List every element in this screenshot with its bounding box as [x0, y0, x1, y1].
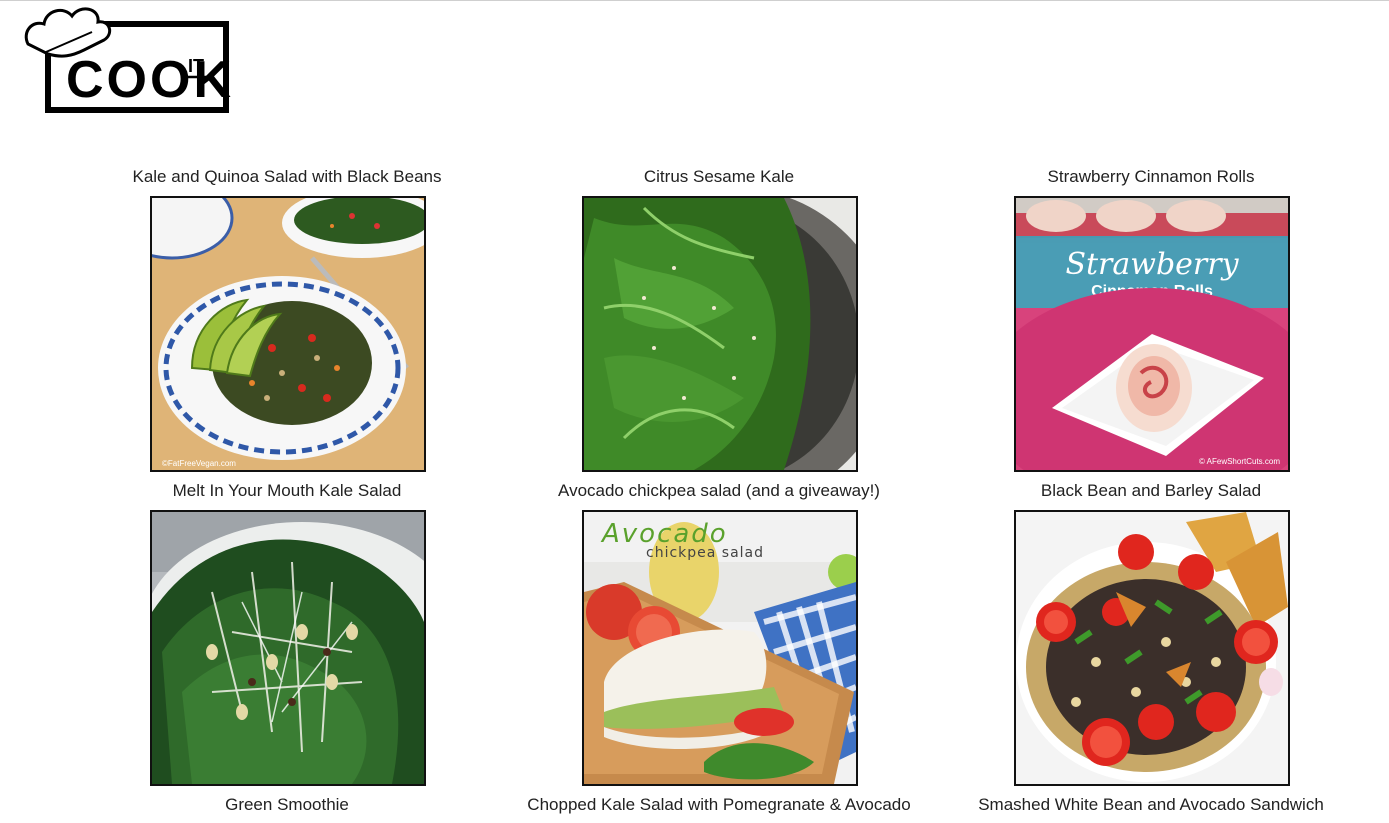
recipe-title-citrus-sesame-kale[interactable]: Citrus Sesame Kale: [499, 167, 939, 187]
recipe-grid: Kale and Quinoa Salad with Black Beans C…: [0, 0, 1389, 823]
recipe-title-strawberry-rolls[interactable]: Strawberry Cinnamon Rolls: [931, 167, 1371, 187]
recipe-title-avocado-chickpea[interactable]: Avocado chickpea salad (and a giveaway!): [499, 481, 939, 501]
recipe-image-citrus-sesame-kale[interactable]: [582, 196, 858, 472]
recipe-image-melt-kale-salad[interactable]: [150, 510, 426, 786]
recipe-title-melt-kale-salad[interactable]: Melt In Your Mouth Kale Salad: [67, 481, 507, 501]
recipe-title-smashed-white-bean[interactable]: Smashed White Bean and Avocado Sandwich: [931, 795, 1371, 815]
recipe-image-black-bean-barley[interactable]: [1014, 510, 1290, 786]
recipe-title-chopped-kale[interactable]: Chopped Kale Salad with Pomegranate & Av…: [499, 795, 939, 815]
recipe-image-kale-quinoa[interactable]: ©FatFreeVegan.com: [150, 196, 426, 472]
recipe-title-green-smoothie[interactable]: Green Smoothie: [67, 795, 507, 815]
recipe-title-black-bean-barley[interactable]: Black Bean and Barley Salad: [931, 481, 1371, 501]
image-caption-chickpea-salad: chickpea salad: [646, 545, 764, 561]
image-watermark: ©FatFreeVegan.com: [162, 459, 236, 468]
recipe-image-avocado-chickpea[interactable]: Avocado chickpea salad: [582, 510, 858, 786]
image-watermark: © AFewShortCuts.com: [1199, 457, 1280, 466]
recipe-image-strawberry-rolls[interactable]: Strawberry Cinnamon Rolls © AFewShortCut…: [1014, 196, 1290, 472]
recipe-title-kale-quinoa[interactable]: Kale and Quinoa Salad with Black Beans: [67, 167, 507, 187]
image-caption-strawberry: Strawberry: [1065, 247, 1239, 282]
